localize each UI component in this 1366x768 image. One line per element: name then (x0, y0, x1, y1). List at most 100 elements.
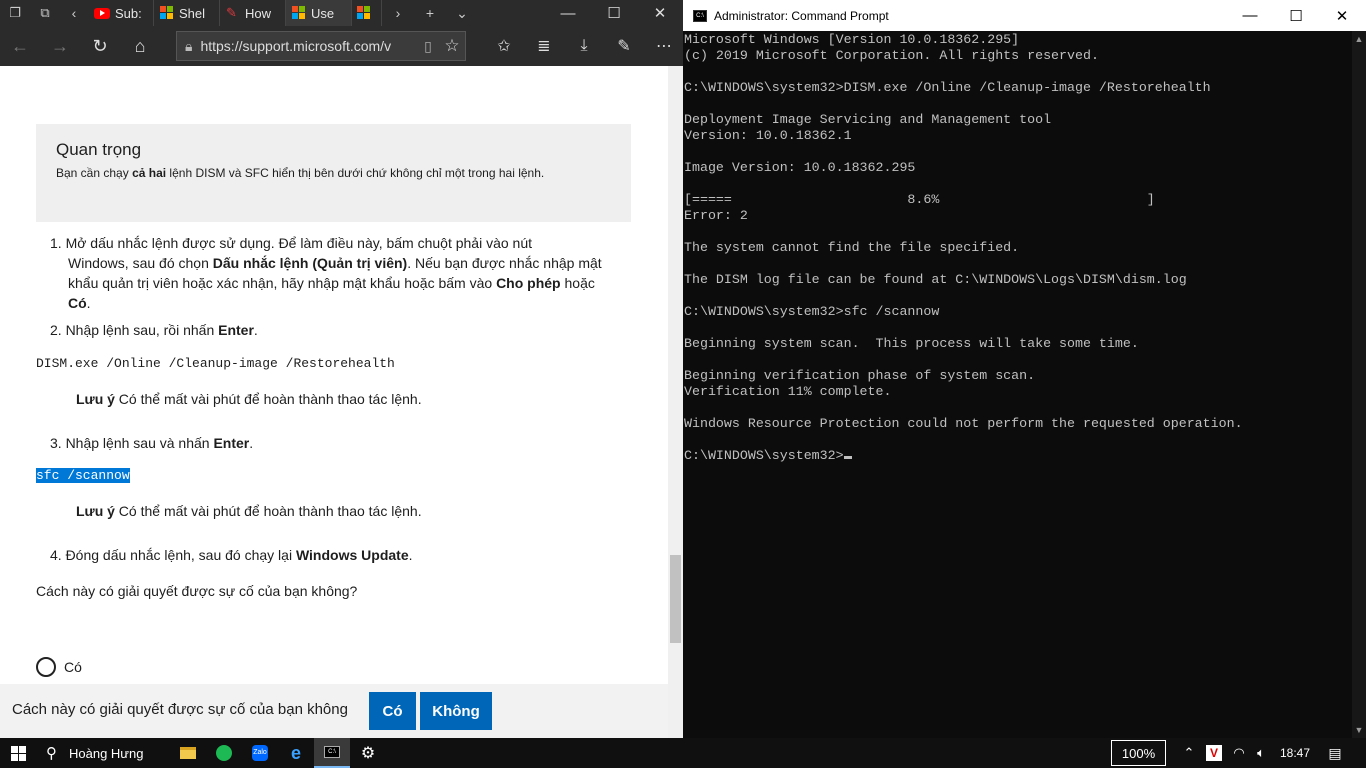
resolution-question: Cách này có giải quyết được sự cố của bạ… (36, 583, 358, 599)
note-1: Lưu ý Có thể mất vài phút để hoàn thành … (76, 391, 422, 407)
feedback-no-button[interactable]: Không (420, 692, 492, 730)
cmd-line (684, 288, 1352, 304)
tab-bar: ❐ ⧉ ‹ Sub: Shel ✎ How Use › + ⌄ — ☐ ✕ (0, 0, 683, 26)
search-user-label: Hoàng Hưng (69, 745, 144, 761)
cmd-maximize-icon[interactable]: ☐ (1273, 0, 1319, 31)
cmd-line: C:\WINDOWS\system32>DISM.exe /Online /Cl… (684, 80, 1211, 95)
important-title: Quan trọng (56, 140, 142, 159)
start-windows-icon[interactable] (0, 738, 36, 768)
lock-icon: 🔒︎ (185, 37, 193, 54)
cmd-title-bar[interactable]: C:\ Administrator: Command Prompt — ☐ ✕ (683, 0, 1366, 31)
set-aside-tabs-icon[interactable]: ⧉ (30, 0, 60, 26)
note-2: Lưu ý Có thể mất vài phút để hoàn thành … (76, 503, 422, 519)
cmd-line: Verification 11% complete. (684, 384, 892, 399)
tab-label: How (245, 5, 272, 21)
cmd-line (684, 224, 1352, 240)
cmd-line: (c) 2019 Microsoft Corporation. All righ… (684, 48, 1099, 63)
show-hidden-icons-chevron-icon[interactable]: ⌃ (1178, 745, 1200, 761)
pen-icon: ✎ (226, 5, 237, 20)
volume-icon[interactable]: 🔈︎ (1250, 745, 1272, 761)
tab-back-icon[interactable]: ‹ (60, 0, 88, 26)
taskbar: ⚲ Hoàng Hưng Zalo e C:\ ⚙ 100% ⌃ V ◠ 🔈︎ … (0, 738, 1366, 768)
cmd-line: Microsoft Windows [Version 10.0.18362.29… (684, 32, 1020, 47)
refresh-icon[interactable]: ↻ (80, 26, 120, 66)
favorite-star-icon[interactable]: ☆ (439, 36, 465, 56)
tab-shell[interactable]: Shel (154, 0, 220, 26)
cmd-line: Windows Resource Protection could not pe… (684, 416, 1243, 431)
search-box[interactable]: ⚲ Hoàng Hưng (36, 738, 166, 768)
cmd-line (684, 144, 1352, 160)
maximize-icon[interactable]: ☐ (591, 0, 637, 26)
cmd-line (684, 96, 1352, 112)
cmd-line: Beginning system scan. This process will… (684, 336, 1139, 351)
cmd-window-icon: C:\ (693, 9, 707, 22)
command-prompt-window: C:\ Administrator: Command Prompt — ☐ ✕ … (683, 0, 1366, 738)
forward-arrow-icon[interactable]: → (40, 26, 80, 66)
feedback-yes-button[interactable]: Có (369, 692, 416, 730)
cmd-line (684, 400, 1352, 416)
zalo-icon[interactable]: Zalo (242, 738, 278, 768)
clock-time[interactable]: 18:47 (1272, 746, 1318, 760)
tab-forward-icon[interactable]: › (382, 0, 414, 26)
step-2: 2. Nhập lệnh sau, rồi nhấn Enter. (50, 322, 258, 338)
tab-use[interactable]: Use (286, 0, 352, 26)
cmd-line (684, 432, 1352, 448)
cmd-cursor (843, 456, 852, 459)
tab-youtube[interactable]: Sub: (88, 0, 154, 26)
spotify-icon[interactable] (206, 738, 242, 768)
cmd-scroll-down-icon[interactable]: ▼ (1352, 722, 1366, 738)
tab-how[interactable]: ✎ How (220, 0, 286, 26)
notifications-icon[interactable]: ▤ (1318, 745, 1352, 762)
downloads-icon[interactable]: ⤓ (564, 26, 604, 66)
hub-icon[interactable]: ≣ (524, 26, 564, 66)
tab-microsoft[interactable] (352, 0, 382, 26)
radio-yes[interactable] (36, 657, 56, 677)
cmd-close-icon[interactable]: ✕ (1319, 0, 1365, 31)
cmd-line: Beginning verification phase of system s… (684, 368, 1036, 383)
web-note-icon[interactable]: ✎ (604, 26, 644, 66)
cmd-scrollbar[interactable]: ▲ ▼ (1352, 31, 1366, 738)
cmd-line (684, 320, 1352, 336)
important-text: Bạn cần chạy cả hai lệnh DISM và SFC hiể… (56, 166, 545, 180)
page-scrollbar-thumb[interactable] (670, 555, 681, 643)
cmd-minimize-icon[interactable]: — (1227, 0, 1273, 31)
vietkey-icon[interactable]: V (1206, 745, 1222, 761)
new-tab-icon[interactable]: + (414, 0, 446, 26)
dism-command: DISM.exe /Online /Cleanup-image /Restore… (36, 356, 395, 371)
tab-preview-chevron-icon[interactable]: ⌄ (446, 0, 478, 26)
minimize-icon[interactable]: — (545, 0, 591, 26)
reading-view-icon[interactable]: ▯ (417, 38, 439, 55)
home-icon[interactable]: ⌂ (120, 26, 160, 66)
microsoft-logo-icon (357, 6, 371, 20)
favorites-icon[interactable]: ✩ (484, 26, 524, 66)
cmd-scroll-up-icon[interactable]: ▲ (1352, 31, 1366, 47)
cmd-title: Administrator: Command Prompt (714, 8, 889, 23)
tab-list-icon[interactable]: ❐ (0, 0, 30, 26)
cmd-line (684, 352, 1352, 368)
back-arrow-icon[interactable]: ← (0, 26, 40, 66)
cmd-line (684, 256, 1352, 272)
close-icon[interactable]: ✕ (637, 0, 683, 26)
desktop: ❐ ⧉ ‹ Sub: Shel ✎ How Use › + ⌄ — ☐ ✕ ← … (0, 0, 1366, 768)
edge-icon[interactable]: e (278, 738, 314, 768)
file-explorer-icon[interactable] (170, 738, 206, 768)
sfc-command: sfc /scannow (36, 468, 130, 483)
wifi-icon[interactable]: ◠ (1228, 745, 1250, 761)
settings-gear-icon[interactable]: ⚙ (350, 738, 386, 768)
search-icon: ⚲ (46, 745, 57, 762)
tab-label: Sub: (115, 5, 142, 21)
cmd-line: C:\WINDOWS\system32>sfc /scannow (684, 304, 940, 319)
radio-yes-label: Có (64, 659, 82, 675)
more-options-icon[interactable]: ⋯ (644, 26, 683, 66)
address-bar[interactable]: 🔒︎ https://support.microsoft.com/v ▯ ☆ (176, 31, 466, 61)
step-1: 1. Mở dấu nhắc lệnh được sử dụng. Để làm… (50, 235, 602, 311)
zoom-level[interactable]: 100% (1111, 740, 1166, 766)
cmd-taskbar-icon[interactable]: C:\ (314, 738, 350, 768)
cmd-line: The DISM log file can be found at C:\WIN… (684, 272, 1187, 287)
cmd-output[interactable]: Microsoft Windows [Version 10.0.18362.29… (684, 31, 1352, 738)
cmd-line: Version: 10.0.18362.1 (684, 128, 852, 143)
step-4: 4. Đóng dấu nhắc lệnh, sau đó chạy lại W… (50, 547, 413, 563)
cmd-line: Error: 2 (684, 208, 748, 223)
cmd-line: Deployment Image Servicing and Managemen… (684, 112, 1052, 127)
youtube-icon (94, 7, 110, 19)
